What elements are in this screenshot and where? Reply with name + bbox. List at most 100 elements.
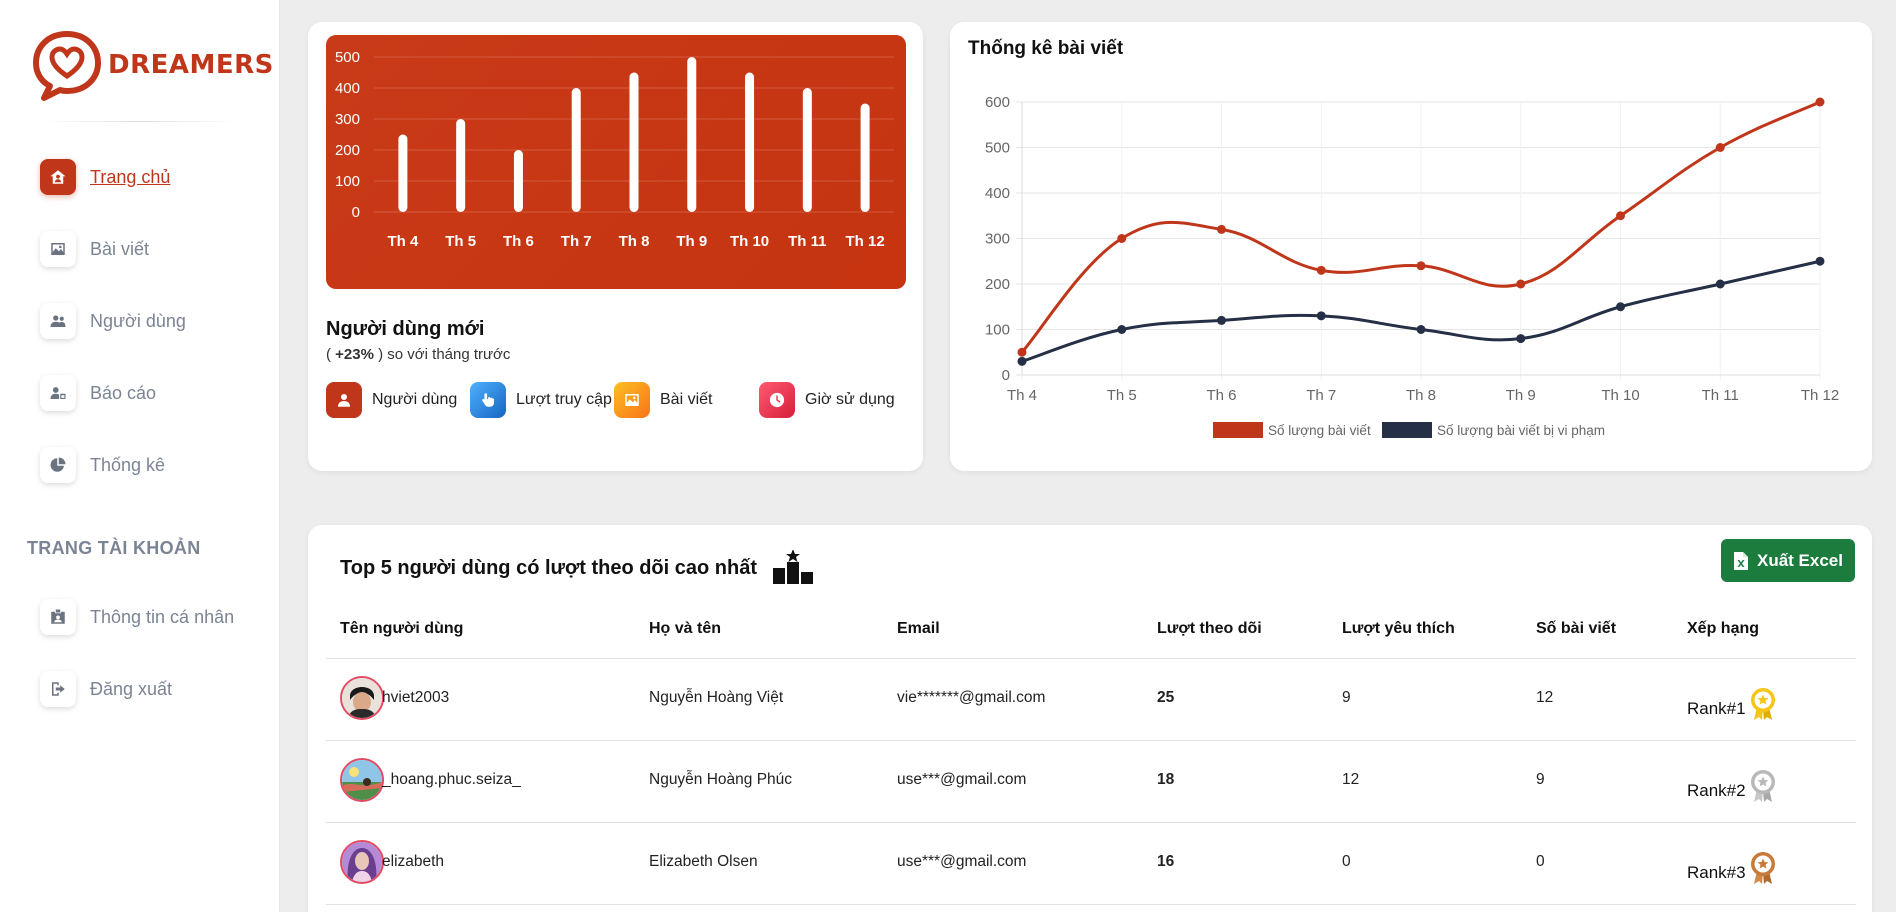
sidebar-item-statistics[interactable]: Thống kê bbox=[40, 445, 260, 485]
sidebar-item-profile[interactable]: Thông tin cá nhân bbox=[40, 597, 260, 637]
series-point bbox=[1316, 265, 1326, 275]
line-x-tick-label: Th 8 bbox=[1406, 387, 1436, 404]
cell-email: vie*******@gmail.com bbox=[897, 689, 1046, 706]
column-header-likes[interactable]: Lượt yêu thích bbox=[1342, 620, 1455, 638]
stat-label: Người dùng bbox=[372, 391, 458, 408]
stat-label: Bài viết bbox=[660, 391, 713, 408]
post-stats-line-chart: 0 100 200 300 400 500 600 Th 4 Th 5 Th 6 Th 7 Th 8 T… bbox=[985, 94, 1839, 438]
line-x-tick-label: Th 11 bbox=[1702, 387, 1739, 404]
user-icon bbox=[326, 382, 362, 418]
row-divider bbox=[326, 904, 1856, 905]
bronze-medal-icon bbox=[1750, 852, 1775, 884]
sidebar-item-reports[interactable]: Báo cáo bbox=[40, 373, 260, 413]
sidebar-item-label: Báo cáo bbox=[90, 382, 157, 403]
stat-label: Giờ sử dụng bbox=[805, 391, 895, 408]
brand[interactable]: DREAMERS bbox=[30, 28, 274, 102]
podium-icon bbox=[773, 550, 814, 584]
avatar[interactable] bbox=[340, 676, 384, 720]
series-point bbox=[1616, 211, 1625, 221]
line-x-tick-label: Th 6 bbox=[1206, 387, 1236, 404]
cell-username: elizabeth bbox=[382, 853, 445, 870]
bar-x-tick-label: Th 9 bbox=[676, 233, 707, 250]
bar-x-tick-label: Th 8 bbox=[619, 233, 650, 250]
series-point bbox=[1217, 315, 1226, 325]
sidebar-item-label: Thống kê bbox=[90, 454, 166, 475]
column-header-posts[interactable]: Số bài viết bbox=[1536, 620, 1616, 638]
bar-x-tick-label: Th 4 bbox=[387, 233, 418, 250]
sidebar: DREAMERS Trang chủ Bài viết Người dùng B… bbox=[0, 0, 280, 912]
series-point bbox=[1416, 261, 1426, 271]
series-point bbox=[1217, 224, 1226, 234]
stat-users[interactable]: Người dùng bbox=[326, 382, 457, 418]
sidebar-item-posts[interactable]: Bài viết bbox=[40, 229, 260, 269]
line-x-tick-label: Th 7 bbox=[1306, 387, 1336, 404]
cell-fullname: Nguyễn Hoàng Phúc bbox=[649, 771, 793, 788]
avatar[interactable] bbox=[340, 758, 384, 802]
bar-x-tick-label: Th 6 bbox=[503, 233, 534, 250]
line-y-tick-label: 400 bbox=[985, 185, 1010, 202]
new-users-card: 0 100 200 300 400 500 Th 4 Th 5 Th 6 Th 7 Th 8 Th 9… bbox=[308, 22, 923, 471]
stat-visits[interactable]: Lượt truy cập bbox=[470, 382, 612, 418]
line-y-tick-label: 200 bbox=[985, 276, 1010, 293]
cell-email: use***@gmail.com bbox=[897, 771, 1027, 788]
new-users-subtitle: ( +23% ) so với tháng trước bbox=[326, 346, 510, 363]
line-y-tick-label: 100 bbox=[985, 322, 1010, 339]
gold-medal-icon bbox=[1750, 688, 1775, 720]
line-y-tick-label: 600 bbox=[985, 94, 1010, 111]
cell-followers: 18 bbox=[1157, 771, 1175, 788]
legend-label: Số lượng bài viết bbox=[1268, 423, 1371, 438]
sidebar-item-label: Người dùng bbox=[90, 310, 186, 331]
table-row[interactable]: hviet2003 Nguyễn Hoàng Việt vie*******@g… bbox=[326, 659, 1856, 741]
top-users-title-text: Top 5 người dùng có lượt theo dõi cao nh… bbox=[340, 556, 758, 579]
column-header-fullname[interactable]: Họ và tên bbox=[649, 620, 721, 638]
export-excel-button[interactable]: Xuất Excel bbox=[1721, 539, 1855, 582]
column-header-username[interactable]: Tên người dùng bbox=[340, 620, 463, 638]
pie-chart-icon bbox=[40, 447, 76, 483]
rank-text: Rank#1 bbox=[1687, 699, 1746, 718]
legend-swatch bbox=[1382, 422, 1432, 438]
sidebar-item-users[interactable]: Người dùng bbox=[40, 301, 260, 341]
bar-x-tick-label: Th 11 bbox=[788, 233, 826, 250]
user-report-icon bbox=[40, 375, 76, 411]
logout-icon bbox=[40, 671, 76, 707]
rank-text: Rank#3 bbox=[1687, 863, 1746, 882]
bar-y-tick-label: 500 bbox=[335, 49, 360, 66]
column-header-followers[interactable]: Lượt theo dõi bbox=[1157, 620, 1262, 638]
column-header-email[interactable]: Email bbox=[897, 620, 940, 638]
bar-chart-svg: 0 100 200 300 400 500 Th 4 Th 5 Th 6 Th 7 Th 8 Th 9… bbox=[335, 49, 894, 250]
legend-swatch bbox=[1213, 422, 1263, 438]
stat-posts[interactable]: Bài viết bbox=[614, 382, 712, 418]
cell-posts: 12 bbox=[1536, 689, 1554, 706]
top-users-card: Top 5 người dùng có lượt theo dõi cao nh… bbox=[308, 525, 1872, 912]
avatar[interactable] bbox=[340, 840, 384, 884]
line-y-tick-label: 300 bbox=[985, 231, 1010, 248]
table-row[interactable]: _hoang.phuc.seiza_ Nguyễn Hoàng Phúc use… bbox=[326, 741, 1856, 823]
bar bbox=[860, 103, 870, 212]
image-icon bbox=[40, 231, 76, 267]
cell-likes: 0 bbox=[1342, 853, 1351, 870]
line-x-tick-label: Th 12 bbox=[1801, 387, 1839, 404]
sidebar-item-label: Bài viết bbox=[90, 238, 150, 259]
cell-posts: 0 bbox=[1536, 853, 1545, 870]
users-icon bbox=[40, 303, 76, 339]
cell-rank: Rank#3 bbox=[1687, 851, 1776, 885]
cell-rank: Rank#2 bbox=[1687, 769, 1776, 803]
rank-text: Rank#2 bbox=[1687, 781, 1746, 800]
cell-fullname: Nguyễn Hoàng Việt bbox=[649, 689, 784, 706]
line-y-tick-label: 500 bbox=[985, 140, 1010, 157]
bar-x-tick-label: Th 5 bbox=[445, 233, 476, 250]
bar bbox=[571, 88, 581, 212]
bar-x-tick-label: Th 12 bbox=[846, 233, 885, 250]
bar-y-tick-label: 100 bbox=[335, 173, 360, 190]
silver-medal-icon bbox=[1750, 770, 1775, 802]
cell-likes: 12 bbox=[1342, 771, 1360, 788]
stat-label: Lượt truy cập bbox=[516, 391, 612, 408]
sidebar-item-logout[interactable]: Đăng xuất bbox=[40, 669, 260, 709]
stat-usage-hours[interactable]: Giờ sử dụng bbox=[759, 382, 895, 418]
table-row[interactable]: elizabeth Elizabeth Olsen use***@gmail.c… bbox=[326, 823, 1856, 905]
column-header-rank[interactable]: Xếp hạng bbox=[1687, 620, 1759, 638]
bar bbox=[802, 88, 812, 212]
sidebar-item-home[interactable]: Trang chủ bbox=[40, 157, 260, 197]
cell-username: hviet2003 bbox=[382, 689, 450, 706]
cell-username: _hoang.phuc.seiza_ bbox=[382, 771, 521, 788]
